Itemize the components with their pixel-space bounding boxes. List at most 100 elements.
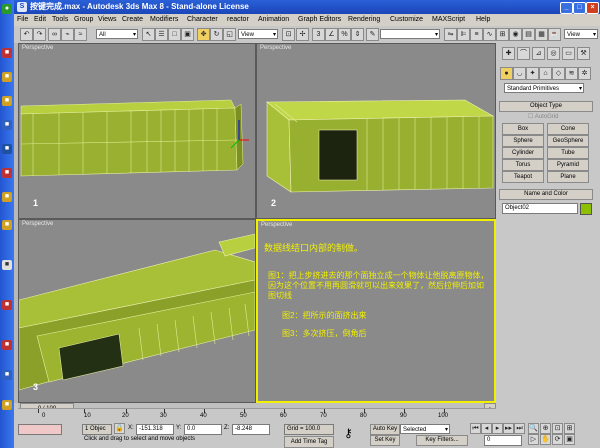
render-setup-icon[interactable]: ▤ [522,28,535,41]
plane-button[interactable]: Plane [547,171,589,183]
pyramid-button[interactable]: Pyramid [547,159,589,171]
add-time-tag-button[interactable]: Add Time Tag [284,436,334,448]
folder-icon[interactable]: ■ [2,72,12,82]
folder-icon[interactable]: ■ [2,192,12,202]
x-coordinate-field[interactable]: -151.318 [136,424,174,435]
close-button[interactable]: × [586,2,599,14]
box-button[interactable]: Box [502,123,544,135]
app-icon[interactable]: ■ [2,168,12,178]
material-editor-icon[interactable]: ◉ [509,28,522,41]
create-tab-icon[interactable]: ✚ [502,47,515,60]
link-icon[interactable]: ∞ [48,28,61,41]
viewport-2[interactable]: Perspective 2 [256,43,496,219]
layer-icon[interactable]: ≡ [470,28,483,41]
folder-icon[interactable]: ■ [2,96,12,106]
torus-button[interactable]: Torus [502,159,544,171]
zoom-icon[interactable]: 🔍 [528,423,539,434]
pan-icon[interactable]: ✋ [540,434,551,445]
object-name-field[interactable]: Object02 [502,203,578,214]
menu-modifiers[interactable]: Modifiers [150,15,178,25]
key-selection-dropdown[interactable]: Selected ▾ [400,424,450,434]
select-manipulate-icon[interactable]: ✢ [296,28,309,41]
shapes-icon[interactable]: ◡ [513,67,526,80]
select-by-name-icon[interactable]: ☰ [155,28,168,41]
zoom-extents-icon[interactable]: ⊡ [552,423,563,434]
maximize-button[interactable]: □ [573,2,586,14]
named-selection-dropdown[interactable]: ▾ [380,29,440,39]
pivot-icon[interactable]: ⊡ [282,28,295,41]
menu-reactor[interactable]: reactor [227,15,249,25]
curve-editor-icon[interactable]: ∿ [483,28,496,41]
scale-icon[interactable]: ◱ [223,28,236,41]
name-and-color-rollout[interactable]: Name and Color [499,189,593,200]
menu-edit[interactable]: Edit [34,15,46,25]
region-select-icon[interactable]: □ [168,28,181,41]
zoom-extents-all-icon[interactable]: ⊞ [564,423,575,434]
mirror-icon[interactable]: ⇋ [444,28,457,41]
spacewarps-icon[interactable]: ≋ [565,67,578,80]
edit-named-selection-icon[interactable]: ✎ [366,28,379,41]
unlink-icon[interactable]: ⌁ [61,28,74,41]
window-crossing-icon[interactable]: ▣ [181,28,194,41]
primitive-category-dropdown[interactable]: Standard Primitives ▾ [504,83,584,93]
helpers-icon[interactable]: ◇ [552,67,565,80]
move-icon[interactable]: ✥ [197,28,210,41]
autogrid-checkbox[interactable]: ☐ AutoGrid [528,113,558,120]
previous-frame-icon[interactable]: ◂ [481,423,492,434]
angle-snap-icon[interactable]: ∠ [325,28,338,41]
quick-render-icon[interactable]: ☕ [548,28,561,41]
app-icon[interactable]: ■ [2,400,12,410]
cylinder-button[interactable]: Cylinder [502,147,544,159]
menu-customize[interactable]: Customize [390,15,423,25]
set-key-button[interactable]: Set Key [370,435,400,446]
minimize-button[interactable]: _ [560,2,573,14]
cone-button[interactable]: Cone [547,123,589,135]
y-coordinate-field[interactable]: 0.0 [184,424,222,435]
app-icon[interactable]: ■ [2,144,12,154]
percent-snap-icon[interactable]: % [338,28,351,41]
render-frame-icon[interactable]: ▦ [535,28,548,41]
display-tab-icon[interactable]: ▭ [562,47,575,60]
menu-tools[interactable]: Tools [52,15,68,25]
next-frame-icon[interactable]: ▸▸ [503,423,514,434]
lock-selection-icon[interactable]: 🔒 [114,423,125,434]
zoom-all-icon[interactable]: ⊕ [540,423,551,434]
play-icon[interactable]: ▸ [492,423,503,434]
modify-tab-icon[interactable]: ⌒ [517,47,530,60]
spinner-snap-icon[interactable]: ⇕ [351,28,364,41]
menu-views[interactable]: Views [98,15,117,25]
z-coordinate-field[interactable]: -8.248 [232,424,270,435]
lights-icon[interactable]: ✦ [526,67,539,80]
menu-create[interactable]: Create [122,15,143,25]
render-view-dropdown[interactable]: View ▾ [564,29,598,39]
object-color-swatch[interactable] [580,203,592,215]
viewport-1[interactable]: Perspective 1 [18,43,256,219]
schematic-icon[interactable]: ⊞ [496,28,509,41]
folder-icon[interactable]: ■ [2,220,12,230]
bind-spacewarp-icon[interactable]: ≈ [74,28,87,41]
snap-icon[interactable]: 3 [312,28,325,41]
selection-filter-dropdown[interactable]: All ▾ [96,29,138,39]
menu-rendering[interactable]: Rendering [348,15,380,25]
maximize-viewport-icon[interactable]: ▣ [564,434,575,445]
select-icon[interactable]: ↖ [142,28,155,41]
rotate-icon[interactable]: ↻ [210,28,223,41]
object-type-rollout[interactable]: Object Type [499,101,593,112]
app-icon[interactable]: ■ [2,340,12,350]
systems-icon[interactable]: ✲ [578,67,591,80]
reference-coordinate-dropdown[interactable]: View ▾ [238,29,278,39]
motion-tab-icon[interactable]: ◎ [547,47,560,60]
viewport-4[interactable]: Perspective 数据线结口内部的制做。 图1：把上步挤进去的那个面独立成… [256,219,496,403]
sphere-button[interactable]: Sphere [502,135,544,147]
app-icon[interactable]: ■ [2,120,12,130]
app-icon[interactable]: ■ [2,260,12,270]
cameras-icon[interactable]: ⌂ [539,67,552,80]
utilities-tab-icon[interactable]: ⚒ [577,47,590,60]
geosphere-button[interactable]: GeoSphere [547,135,589,147]
start-icon[interactable]: ● [2,4,12,14]
current-frame-field[interactable]: 0 [484,435,522,446]
go-to-end-icon[interactable]: ⏭ [514,423,525,434]
menu-group[interactable]: Group [74,15,93,25]
menu-help[interactable]: Help [476,15,490,25]
geometry-icon[interactable]: ● [500,67,513,80]
